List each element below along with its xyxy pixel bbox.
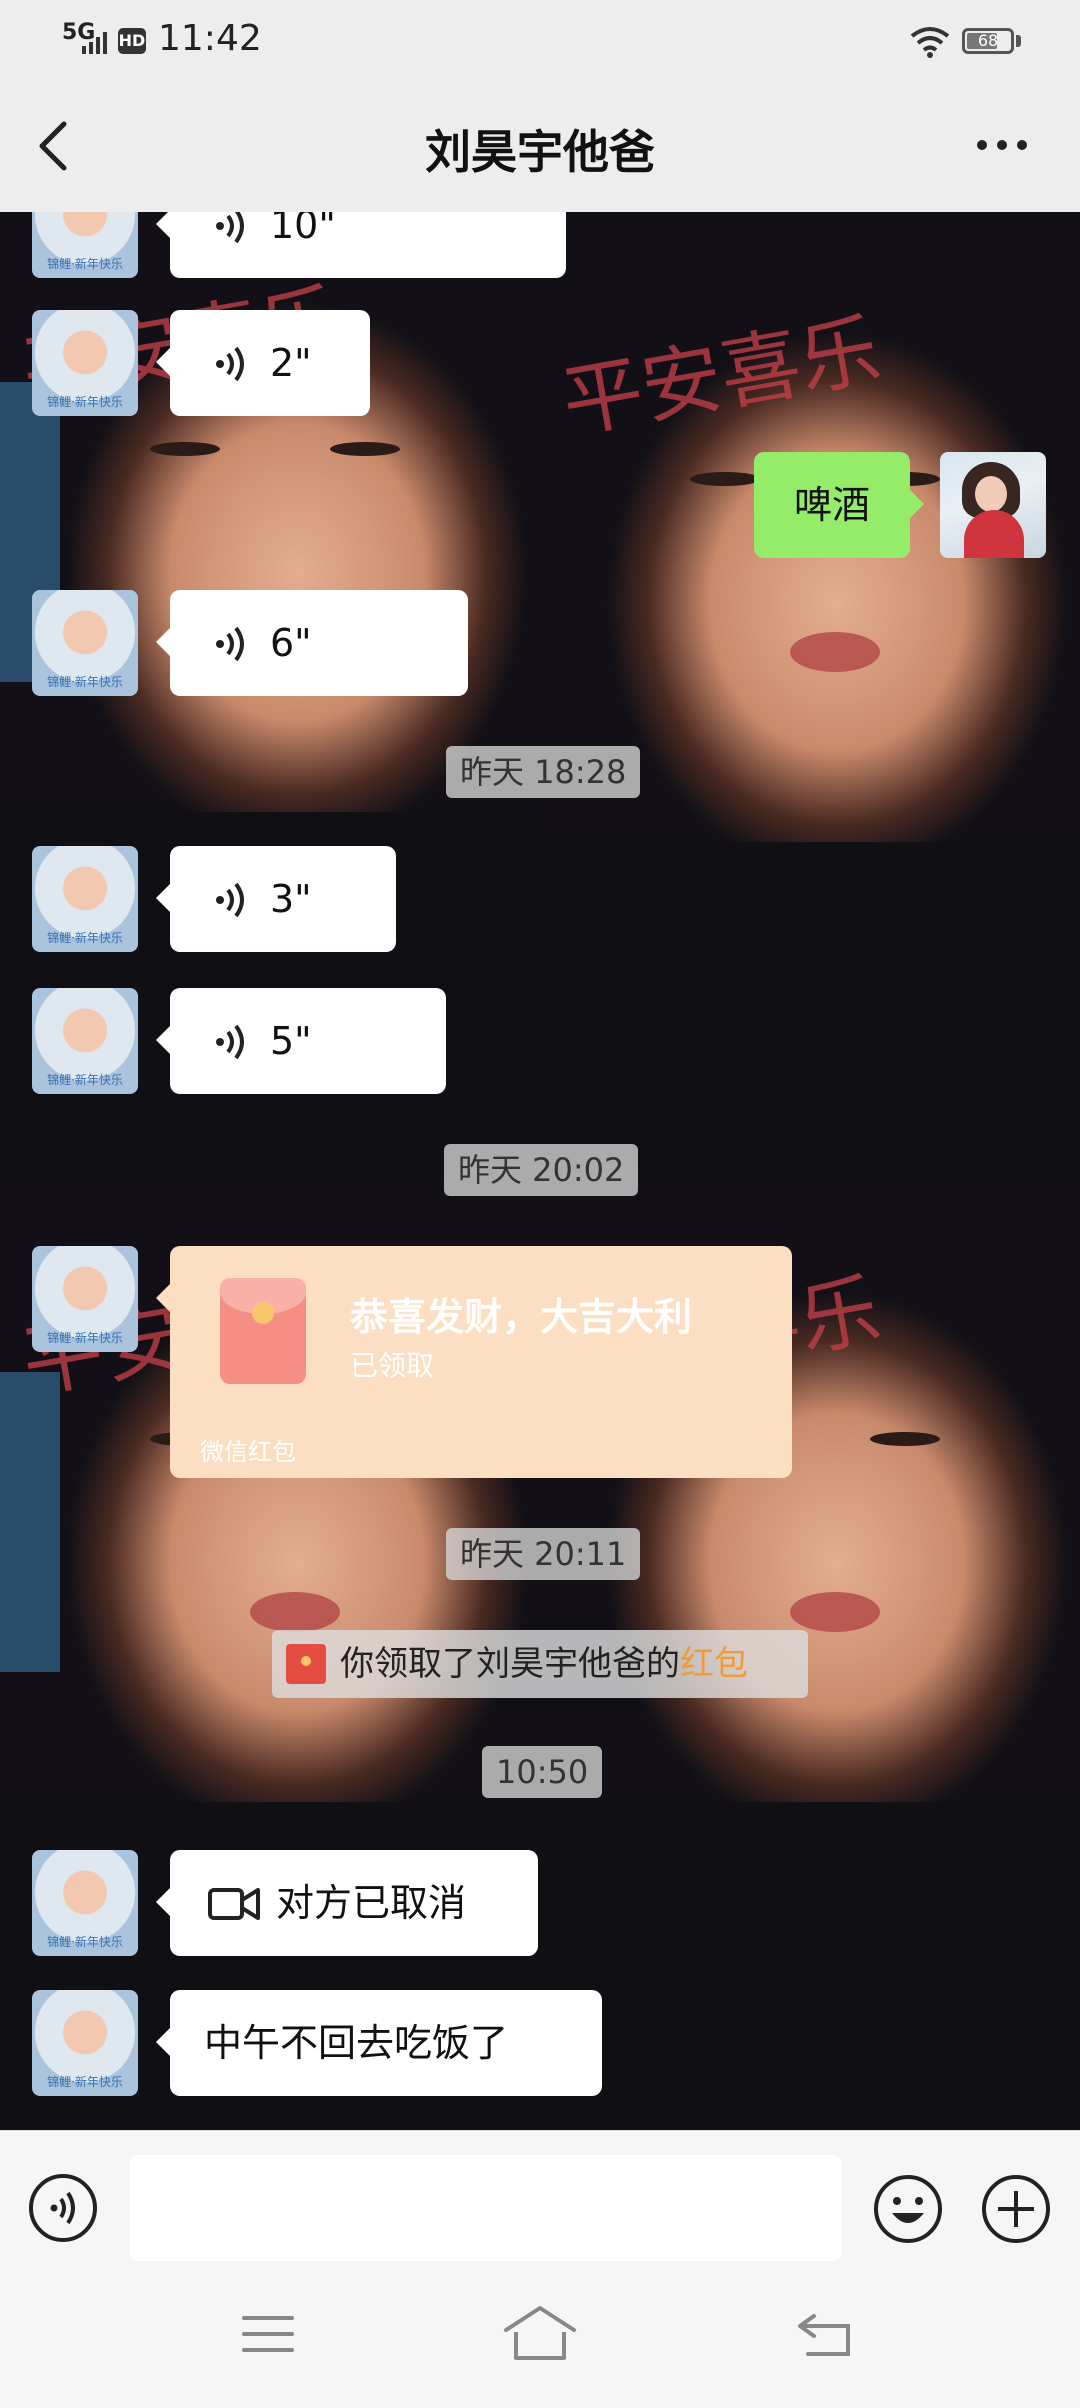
my-text-message[interactable]: 啤酒 xyxy=(754,452,924,558)
red-packet-icon xyxy=(220,1278,306,1384)
system-message: 你领取了刘昊宇他爸的红包 xyxy=(272,1630,808,1698)
voice-wave-icon xyxy=(216,346,244,382)
battery-level: 68 xyxy=(977,31,999,50)
voice-message[interactable]: 2" xyxy=(156,310,370,416)
contact-avatar[interactable]: 锦鲤·新年快乐 xyxy=(32,310,138,416)
text-message[interactable]: 中午不回去吃饭了 xyxy=(156,1990,602,2096)
more-dots-icon[interactable] xyxy=(972,120,1032,170)
timestamp: 昨天 18:28 xyxy=(446,746,641,798)
voice-duration: 6" xyxy=(270,621,312,665)
red-packet-icon xyxy=(286,1644,326,1684)
voice-wave-icon xyxy=(216,882,244,918)
contact-avatar[interactable]: 锦鲤·新年快乐 xyxy=(32,988,138,1094)
timestamp: 10:50 xyxy=(482,1746,603,1798)
red-packet-message[interactable]: 恭喜发财，大吉大利 已领取 微信红包 xyxy=(156,1246,792,1478)
voice-message[interactable]: 3" xyxy=(156,846,396,952)
chat-header: 刘昊宇他爸 xyxy=(0,80,1080,212)
home-icon[interactable] xyxy=(502,2302,578,2364)
voice-duration: 5" xyxy=(270,1019,312,1063)
voice-duration: 2" xyxy=(270,341,312,385)
chat-title: 刘昊宇他爸 xyxy=(425,125,655,179)
chat-background: 平安喜乐 xyxy=(0,212,540,812)
system-nav-bar xyxy=(0,2264,1080,2408)
voice-duration: 10" xyxy=(270,212,336,247)
voice-wave-icon xyxy=(216,212,244,244)
video-camera-icon xyxy=(208,1888,260,1920)
voice-message[interactable]: 5" xyxy=(156,988,446,1094)
message-input[interactable] xyxy=(130,2155,842,2261)
video-call-status: 对方已取消 xyxy=(276,1881,467,1925)
voice-wave-icon xyxy=(216,626,244,662)
hd-badge: HD xyxy=(118,28,146,54)
timestamp: 昨天 20:11 xyxy=(446,1528,641,1580)
red-packet-label: 微信红包 xyxy=(200,1438,296,1466)
red-packet-link[interactable]: 红包 xyxy=(680,1644,748,1684)
emoji-icon[interactable] xyxy=(872,2173,944,2245)
red-packet-status: 已领取 xyxy=(350,1349,435,1382)
battery-icon: 68 xyxy=(962,28,1014,54)
voice-wave-icon xyxy=(216,1024,244,1060)
chat-area[interactable]: 平安喜乐 平安喜乐 平安喜乐 平安喜乐 锦鲤·新年快乐 10" 锦鲤·新年快乐 … xyxy=(0,212,1080,2130)
red-packet-title: 恭喜发财，大吉大利 xyxy=(350,1295,693,1339)
contact-avatar[interactable]: 锦鲤·新年快乐 xyxy=(32,1990,138,2096)
contact-avatar[interactable]: 锦鲤·新年快乐 xyxy=(32,590,138,696)
video-call-message[interactable]: 对方已取消 xyxy=(156,1850,538,1956)
timestamp: 昨天 20:02 xyxy=(444,1144,639,1196)
back-icon[interactable] xyxy=(794,2308,854,2360)
signal-icon xyxy=(82,32,107,54)
contact-avatar[interactable]: 锦鲤·新年快乐 xyxy=(32,1850,138,1956)
contact-avatar[interactable]: 锦鲤·新年快乐 xyxy=(32,1246,138,1352)
system-message-text: 你领取了刘昊宇他爸的 xyxy=(340,1644,680,1684)
voice-duration: 3" xyxy=(270,877,312,921)
contact-avatar[interactable]: 锦鲤·新年快乐 xyxy=(32,846,138,952)
voice-message[interactable]: 6" xyxy=(156,590,468,696)
plus-icon[interactable] xyxy=(980,2173,1052,2245)
input-bar xyxy=(0,2130,1080,2265)
contact-avatar[interactable]: 锦鲤·新年快乐 xyxy=(32,212,138,278)
voice-message[interactable]: 10" xyxy=(156,212,566,278)
wifi-icon xyxy=(910,27,950,58)
voice-input-icon[interactable] xyxy=(28,2173,98,2243)
my-avatar[interactable] xyxy=(940,452,1046,558)
status-bar: 5G HD 11:42 68 xyxy=(0,0,1080,80)
status-time: 11:42 xyxy=(158,18,262,59)
menu-icon[interactable] xyxy=(240,2310,296,2358)
